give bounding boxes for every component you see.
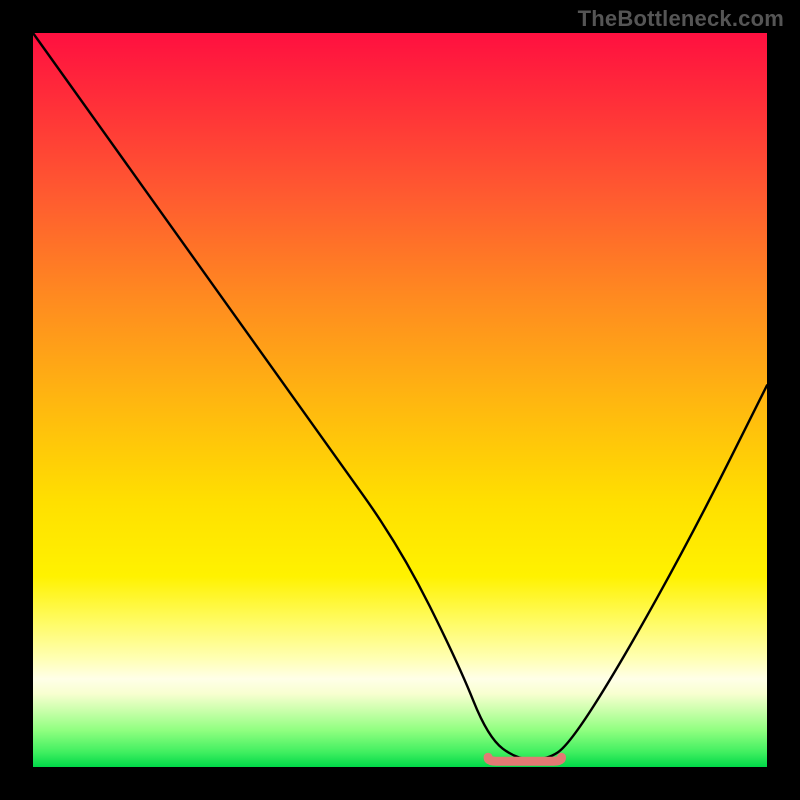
bottleneck-curve-path — [33, 33, 767, 760]
chart-frame: TheBottleneck.com — [0, 0, 800, 800]
optimal-range-marker — [488, 757, 561, 761]
curve-layer — [33, 33, 767, 767]
watermark-text: TheBottleneck.com — [578, 6, 784, 32]
plot-area — [33, 33, 767, 767]
